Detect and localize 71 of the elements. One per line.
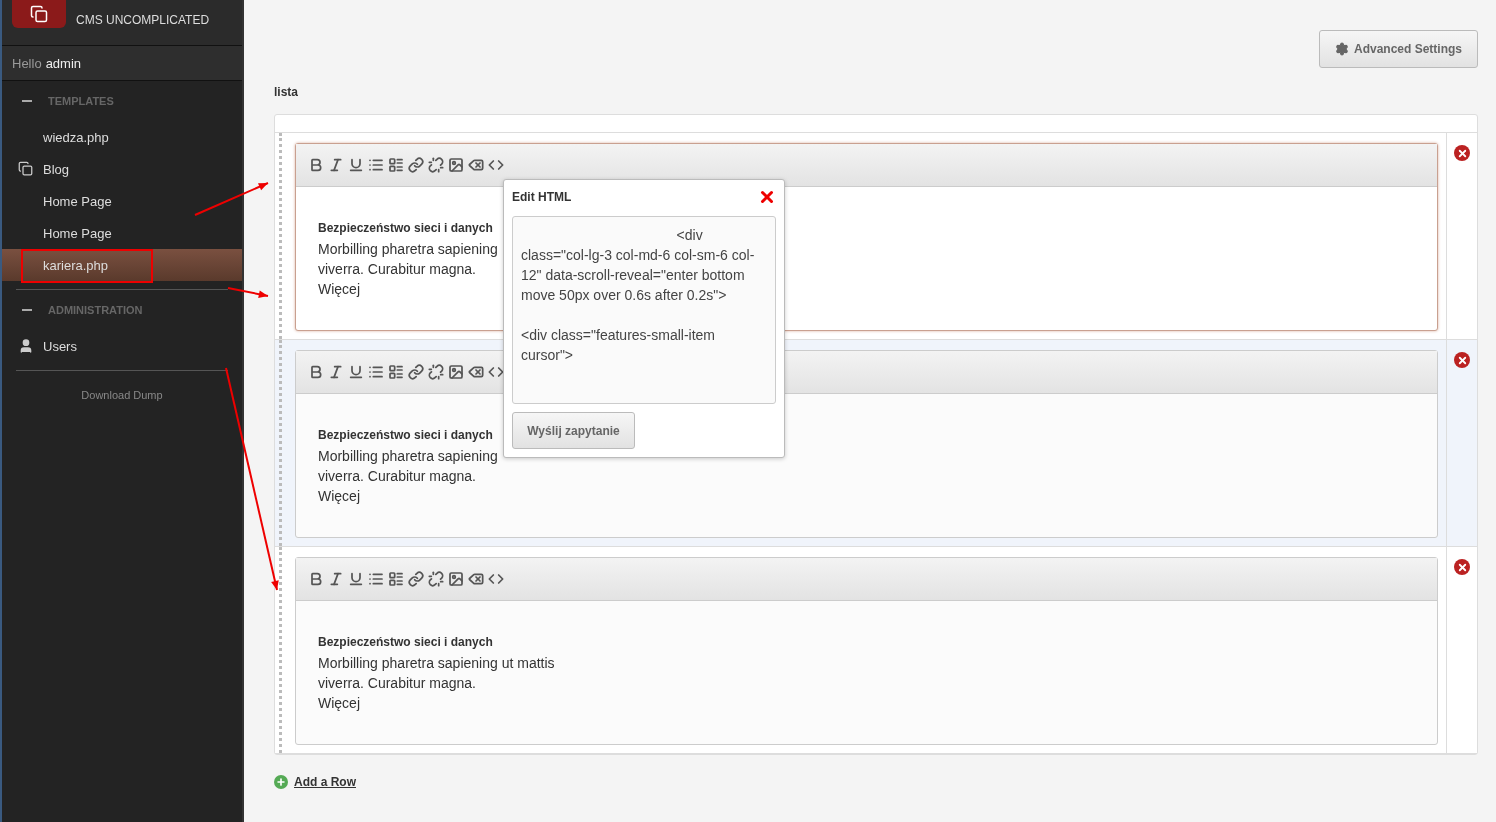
add-row-link[interactable]: Add a Row bbox=[294, 775, 356, 789]
underline-icon[interactable] bbox=[348, 571, 364, 587]
content-heading: Bezpieczeństwo sieci i danych bbox=[318, 635, 493, 649]
sidebar-item[interactable]: wiedza.php bbox=[2, 121, 242, 153]
sidebar-item[interactable]: Home Page bbox=[2, 217, 242, 249]
close-icon[interactable] bbox=[758, 188, 776, 206]
eraser-icon[interactable] bbox=[468, 157, 484, 173]
underline-icon[interactable] bbox=[348, 157, 364, 173]
logo-tagline: CMS UNCOMPLICATED bbox=[76, 13, 210, 27]
field-label: lista bbox=[274, 85, 299, 99]
html-code-field[interactable]: <div class="col-lg-3 col-md-6 col-sm-6 col-12" data-scroll-reveal="enter bottom move 50px over 0.6s after 0.2s"> <div class="features-small-item cursor"> bbox=[512, 216, 776, 405]
italic-icon[interactable] bbox=[328, 571, 344, 587]
sidebar-item[interactable]: kariera.php bbox=[2, 249, 242, 281]
layout-list-icon[interactable] bbox=[388, 157, 404, 173]
list-icon[interactable] bbox=[368, 157, 384, 173]
image-icon[interactable] bbox=[448, 571, 464, 587]
layout-list-icon[interactable] bbox=[388, 364, 404, 380]
list-icon[interactable] bbox=[368, 571, 384, 587]
content-text: Morbilling pharetra sapiening bbox=[318, 240, 498, 259]
popup-title: Edit HTML bbox=[512, 190, 572, 204]
layout-list-icon[interactable] bbox=[388, 571, 404, 587]
underline-icon[interactable] bbox=[348, 364, 364, 380]
eraser-icon[interactable] bbox=[468, 571, 484, 587]
sidebar-item[interactable]: Users bbox=[2, 330, 242, 362]
content-text: Morbilling pharetra sapiening ut mattis bbox=[318, 654, 555, 673]
send-button[interactable]: Wyślij zapytanie bbox=[512, 412, 635, 449]
section-title: TEMPLATES bbox=[48, 95, 114, 107]
code-icon[interactable] bbox=[488, 364, 504, 380]
unlink-icon[interactable] bbox=[428, 157, 444, 173]
annotation-arrow bbox=[227, 287, 269, 298]
image-icon[interactable] bbox=[448, 157, 464, 173]
sidebar-item[interactable]: Home Page bbox=[2, 185, 242, 217]
delete-icon[interactable] bbox=[1454, 145, 1470, 161]
greeting: Hello bbox=[12, 55, 42, 71]
list-icon[interactable] bbox=[368, 364, 384, 380]
user-icon bbox=[18, 338, 34, 354]
content-heading: Bezpieczeństwo sieci i danych bbox=[318, 428, 493, 442]
download-link[interactable]: Download Dump bbox=[2, 389, 242, 401]
content-text: viverra. Curabitur magna. bbox=[318, 674, 476, 693]
link-icon[interactable] bbox=[408, 571, 424, 587]
section-title: ADMINISTRATION bbox=[48, 304, 143, 316]
italic-icon[interactable] bbox=[328, 157, 344, 173]
content-heading: Bezpieczeństwo sieci i danych bbox=[318, 221, 493, 235]
eraser-icon[interactable] bbox=[468, 364, 484, 380]
rich-text-editor[interactable]: Bezpieczeństwo sieci i danych Morbilling pharetra sapiening ut mattis viverra. Curabitur magna. Więcej bbox=[295, 557, 1438, 745]
delete-icon[interactable] bbox=[1454, 559, 1470, 575]
unlink-icon[interactable] bbox=[428, 571, 444, 587]
image-icon[interactable] bbox=[448, 364, 464, 380]
add-icon[interactable] bbox=[274, 775, 288, 789]
user-name: admin bbox=[45, 55, 82, 71]
code-icon[interactable] bbox=[488, 157, 504, 173]
content-text: Więcej bbox=[318, 487, 360, 506]
unlink-icon[interactable] bbox=[428, 364, 444, 380]
link-icon[interactable] bbox=[408, 364, 424, 380]
delete-icon[interactable] bbox=[1454, 352, 1470, 368]
sidebar-item[interactable]: Blog bbox=[2, 153, 242, 185]
code-icon[interactable] bbox=[488, 571, 504, 587]
content-text: viverra. Curabitur magna. bbox=[318, 260, 476, 279]
content-text: Więcej bbox=[318, 694, 360, 713]
bold-icon[interactable] bbox=[308, 364, 324, 380]
content-text: viverra. Curabitur magna. bbox=[318, 467, 476, 486]
link-icon[interactable] bbox=[408, 157, 424, 173]
bold-icon[interactable] bbox=[308, 571, 324, 587]
bold-icon[interactable] bbox=[308, 157, 324, 173]
logo-icon bbox=[12, 0, 66, 28]
stacked-pages-icon bbox=[18, 161, 33, 176]
content-text: Więcej bbox=[318, 280, 360, 299]
content-text: Morbilling pharetra sapiening bbox=[318, 447, 498, 466]
advanced-settings-button[interactable]: Advanced Settings bbox=[1318, 30, 1478, 68]
italic-icon[interactable] bbox=[328, 364, 344, 380]
settings-icon bbox=[1334, 42, 1349, 56]
